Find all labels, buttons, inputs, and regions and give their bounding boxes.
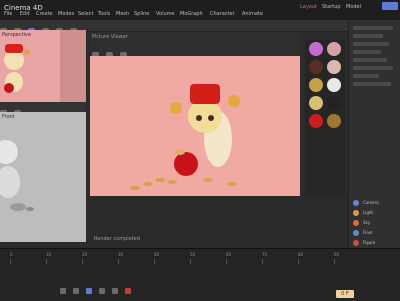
- material-swatch[interactable]: [327, 60, 341, 74]
- frame-label: 0: [10, 252, 13, 257]
- render-scene: [130, 84, 240, 190]
- frame-label: 30: [118, 252, 124, 257]
- scene-figure-small: [4, 30, 86, 102]
- prev-frame-icon[interactable]: [73, 288, 80, 294]
- material-manager: [305, 40, 345, 195]
- material-swatch[interactable]: [309, 60, 323, 74]
- panel-row[interactable]: [353, 74, 379, 78]
- menu-create[interactable]: Create: [36, 11, 53, 17]
- tab-startup[interactable]: Startup: [322, 4, 341, 10]
- render-footer: Render completed: [90, 196, 300, 248]
- menu-mograph[interactable]: MoGraph: [180, 11, 203, 17]
- tab-layout[interactable]: Layout: [300, 4, 317, 10]
- menu-character[interactable]: Character: [210, 11, 235, 17]
- panel-row[interactable]: [353, 34, 383, 38]
- object-label[interactable]: Sky: [363, 220, 370, 225]
- frame-label: 80: [298, 252, 304, 257]
- menu-animate[interactable]: Animate: [242, 11, 263, 17]
- menu-edit[interactable]: Edit: [20, 11, 30, 17]
- last-frame-icon[interactable]: [112, 288, 119, 294]
- current-time-field[interactable]: 0 F: [336, 290, 354, 298]
- render-title: Picture Viewer: [92, 34, 128, 40]
- frame-label: 60: [226, 252, 232, 257]
- first-frame-icon[interactable]: [60, 288, 66, 294]
- menu-volume[interactable]: Volume: [156, 11, 175, 17]
- playback-controls: [60, 279, 150, 294]
- window-controls[interactable]: [382, 2, 398, 10]
- frame-label: 90: [334, 252, 340, 257]
- material-swatch[interactable]: [327, 42, 341, 56]
- frame-label: 20: [82, 252, 88, 257]
- panel-row[interactable]: [353, 50, 381, 54]
- render-image[interactable]: [90, 56, 300, 196]
- frame-label: 10: [46, 252, 52, 257]
- menu-tools[interactable]: Tools: [98, 11, 110, 17]
- viewport-front[interactable]: Front: [0, 112, 86, 242]
- next-frame-icon[interactable]: [99, 288, 106, 294]
- floor-icon: [353, 230, 359, 236]
- render-toolbar: [92, 44, 292, 59]
- play-icon[interactable]: [86, 288, 93, 294]
- menu-mesh[interactable]: Mesh: [116, 11, 129, 17]
- render-header: Picture Viewer: [90, 32, 300, 59]
- material-swatch[interactable]: [309, 96, 323, 110]
- record-icon[interactable]: [125, 288, 132, 294]
- sky-icon: [353, 220, 359, 226]
- material-swatch[interactable]: [309, 78, 323, 92]
- material-swatch[interactable]: [327, 78, 341, 92]
- material-swatch[interactable]: [327, 114, 341, 128]
- frame-label: 70: [262, 252, 268, 257]
- frame-label: 40: [154, 252, 160, 257]
- frame-label: 50: [190, 252, 196, 257]
- panel-row[interactable]: [353, 58, 387, 62]
- menu-file[interactable]: File: [4, 11, 12, 17]
- figure-icon: [353, 240, 359, 246]
- viewport-label: Front: [2, 114, 15, 120]
- tab-model[interactable]: Model: [346, 4, 361, 10]
- material-swatch[interactable]: [309, 114, 323, 128]
- material-swatch[interactable]: [327, 96, 341, 110]
- menu-select[interactable]: Select: [78, 11, 93, 17]
- panel-row[interactable]: [353, 26, 393, 30]
- viewport-label: Perspective: [2, 32, 31, 38]
- menu-modes[interactable]: Modes: [58, 11, 74, 17]
- material-swatch[interactable]: [309, 42, 323, 56]
- camera-icon: [353, 200, 359, 206]
- viewport-bottom-toolbar: [0, 102, 86, 117]
- object-manager: Camera Light Sky Floor Figure Coins: [348, 20, 400, 258]
- viewport-perspective[interactable]: Perspective: [0, 30, 86, 102]
- light-icon: [353, 210, 359, 216]
- panel-row[interactable]: [353, 66, 393, 70]
- menu-bar: Cinema 4D File Edit Create Modes Select …: [0, 0, 400, 21]
- object-label[interactable]: Floor: [363, 230, 373, 235]
- object-label[interactable]: Camera: [363, 200, 379, 205]
- render-status: Render completed: [94, 236, 140, 242]
- object-label[interactable]: Figure: [363, 240, 375, 245]
- menu-spline[interactable]: Spline: [134, 11, 149, 17]
- panel-row[interactable]: [353, 82, 391, 86]
- panel-row[interactable]: [353, 42, 389, 46]
- scene-figure-gray: [0, 140, 34, 211]
- object-label[interactable]: Light: [363, 210, 373, 215]
